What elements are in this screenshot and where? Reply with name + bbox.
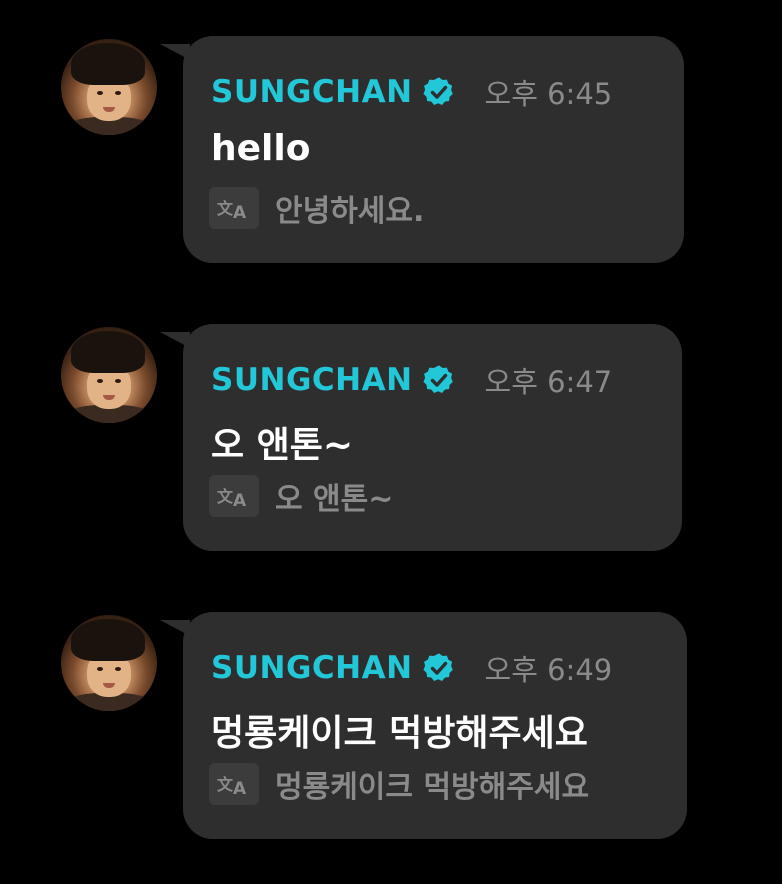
- svg-text:文: 文: [217, 487, 234, 506]
- svg-text:A: A: [233, 203, 247, 221]
- message-time: 오후 6:45: [484, 77, 613, 111]
- message-text: hello: [211, 128, 311, 169]
- translation-text: 멍룡케이크 먹방해주세요: [275, 770, 590, 805]
- svg-text:文: 文: [217, 199, 234, 218]
- avatar[interactable]: [61, 327, 157, 423]
- message-text: 오 앤톤~: [211, 425, 354, 466]
- avatar-hair: [71, 619, 145, 661]
- author-name[interactable]: SUNGCHAN: [211, 74, 413, 110]
- verified-badge-icon: [422, 77, 453, 105]
- message-meta: SUNGCHAN 오후 6:45: [211, 74, 613, 111]
- avatar-eye: [115, 379, 121, 383]
- message-meta: SUNGCHAN 오후 6:49: [211, 650, 613, 687]
- avatar[interactable]: [61, 615, 157, 711]
- message-time: 오후 6:47: [484, 365, 613, 399]
- translation-text: 오 앤톤~: [275, 482, 394, 517]
- verified-badge-icon: [422, 653, 453, 681]
- author-name[interactable]: SUNGCHAN: [211, 650, 413, 686]
- avatar-eye: [97, 667, 103, 671]
- message-time: 오후 6:49: [484, 653, 613, 687]
- translation-row: 文 A 멍룡케이크 먹방해주세요: [209, 762, 589, 806]
- message-bubble[interactable]: SUNGCHAN 오후 6:47 오 앤톤~ 文 A 오 앤톤~: [183, 324, 682, 551]
- translate-icon[interactable]: 文 A: [209, 187, 259, 229]
- chat-message: SUNGCHAN 오후 6:45 hello 文 A 안녕하세요.: [0, 0, 782, 263]
- avatar-eye: [115, 667, 121, 671]
- translate-glyph: 文 A: [217, 775, 247, 797]
- message-text: 멍룡케이크 먹방해주세요: [211, 713, 588, 754]
- message-bubble[interactable]: SUNGCHAN 오후 6:45 hello 文 A 안녕하세요.: [183, 36, 684, 263]
- avatar[interactable]: [61, 39, 157, 135]
- translate-icon[interactable]: 文 A: [209, 475, 259, 517]
- svg-text:A: A: [233, 491, 247, 509]
- avatar-eye: [97, 379, 103, 383]
- message-bubble[interactable]: SUNGCHAN 오후 6:49 멍룡케이크 먹방해주세요 文 A 멍룡케이크 …: [183, 612, 687, 839]
- translate-glyph: 文 A: [217, 487, 247, 509]
- verified-badge-icon: [422, 365, 453, 393]
- avatar-hair: [71, 43, 145, 85]
- avatar-hair: [71, 331, 145, 373]
- svg-text:A: A: [233, 779, 247, 797]
- translation-text: 안녕하세요.: [275, 194, 425, 229]
- chat-message: SUNGCHAN 오후 6:47 오 앤톤~ 文 A 오 앤톤~: [0, 288, 782, 551]
- translation-row: 文 A 안녕하세요.: [209, 186, 424, 230]
- translate-glyph: 文 A: [217, 199, 247, 221]
- svg-text:文: 文: [217, 775, 234, 794]
- avatar-eye: [97, 91, 103, 95]
- translation-row: 文 A 오 앤톤~: [209, 474, 393, 518]
- message-meta: SUNGCHAN 오후 6:47: [211, 362, 613, 399]
- translate-icon[interactable]: 文 A: [209, 763, 259, 805]
- avatar-eye: [115, 91, 121, 95]
- author-name[interactable]: SUNGCHAN: [211, 362, 413, 398]
- chat-message: SUNGCHAN 오후 6:49 멍룡케이크 먹방해주세요 文 A 멍룡케이크 …: [0, 576, 782, 839]
